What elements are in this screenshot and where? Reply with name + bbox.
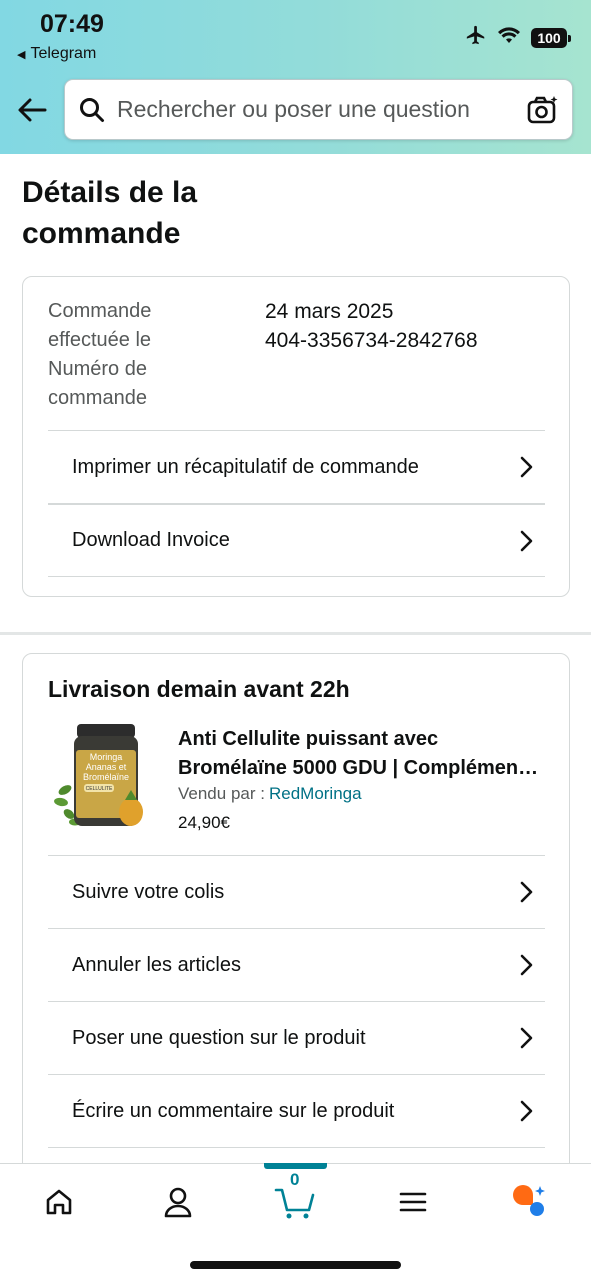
row-label: Annuler les articles: [72, 953, 241, 976]
print-summary-link[interactable]: Imprimer un récapitulatif de commande: [48, 430, 545, 503]
search-icon: [77, 95, 107, 125]
row-label: Écrire un commentaire sur le produit: [72, 1099, 395, 1122]
product-title-line: Bromélaïne 5000 GDU | Compléments alimen…: [178, 757, 543, 779]
write-review-link[interactable]: Écrire un commentaire sur le produit: [48, 1074, 545, 1147]
chevron-right-icon: [517, 1027, 535, 1049]
back-arrow-icon: [18, 98, 47, 122]
wifi-icon: [497, 25, 521, 50]
airplane-icon: [465, 24, 487, 51]
search-input[interactable]: [117, 96, 526, 123]
page-title: Détails de la commande: [22, 176, 198, 250]
track-package-link[interactable]: Suivre votre colis: [48, 855, 545, 928]
row-label: Imprimer un récapitulatif de commande: [72, 455, 419, 478]
back-app-label: Telegram: [30, 45, 97, 62]
delivery-card: Livraison demain avant 22h Moringa Anana…: [22, 653, 570, 1213]
seller-link[interactable]: RedMoringa: [269, 784, 362, 803]
back-to-app-link[interactable]: ◀ Telegram: [17, 45, 96, 63]
back-triangle-icon: ◀: [17, 48, 26, 61]
order-summary-card: Commande effectuée le Numéro de commande…: [22, 276, 570, 597]
nav-home[interactable]: [35, 1182, 83, 1222]
order-number: 404-3356734-2842768: [265, 329, 478, 352]
delivery-title: Livraison demain avant 22h: [48, 676, 350, 702]
section-divider: [0, 632, 591, 635]
order-values: 24 mars 2025 404-3356734-2842768: [265, 297, 478, 413]
divider: [48, 1147, 545, 1148]
product-image-text: Ananas et: [86, 762, 127, 772]
home-icon: [46, 1189, 72, 1215]
chevron-right-icon: [517, 881, 535, 903]
row-label: Download Invoice: [72, 529, 230, 551]
menu-icon: [399, 1192, 427, 1212]
sold-by-label: Vendu par :: [178, 784, 265, 803]
bottom-nav: 0: [0, 1163, 591, 1280]
chevron-right-icon: [517, 1100, 535, 1122]
account-icon: [164, 1187, 192, 1218]
back-button[interactable]: [14, 92, 50, 128]
product-image-badge: CELLULITE: [86, 786, 113, 792]
order-info: Commande effectuée le Numéro de commande…: [48, 297, 545, 413]
order-label-line: effectuée le: [48, 329, 152, 351]
order-label-line: Commande: [48, 300, 152, 322]
order-label-line: commande: [48, 387, 147, 409]
app-header: 07:49 ◀ Telegram 100: [0, 0, 591, 154]
ask-product-question-link[interactable]: Poser une question sur le produit: [48, 1001, 545, 1074]
chevron-right-icon: [517, 456, 535, 478]
order-labels: Commande effectuée le Numéro de commande: [48, 297, 265, 413]
status-icons: 100: [465, 24, 571, 51]
camera-icon[interactable]: [526, 93, 560, 127]
product-title[interactable]: Anti Cellulite puissant avec Bromélaïne …: [178, 725, 543, 783]
order-date: 24 mars 2025: [265, 300, 394, 323]
download-invoice-link[interactable]: Download Invoice: [48, 503, 545, 576]
product-image-text: Bromélaïne: [83, 772, 129, 782]
product-image-text: Moringa: [90, 752, 123, 762]
rufus-icon: [513, 1185, 545, 1216]
cart-count: 0: [290, 1170, 300, 1189]
row-label: Suivre votre colis: [72, 880, 225, 903]
chevron-right-icon: [517, 530, 535, 552]
home-indicator: [190, 1261, 401, 1269]
nav-menu[interactable]: [389, 1182, 437, 1222]
product-title-line: Anti Cellulite puissant avec: [178, 728, 439, 750]
search-bar[interactable]: [64, 79, 573, 140]
sold-by: Vendu par : RedMoringa: [178, 784, 362, 804]
status-time: 07:49: [40, 10, 104, 38]
active-tab-indicator: [264, 1163, 327, 1169]
divider: [48, 576, 545, 577]
product-image[interactable]: Moringa Ananas et Bromélaïne CELLULITE: [51, 722, 151, 832]
product-price: 24,90€: [178, 813, 230, 832]
battery-indicator: 100: [531, 27, 571, 48]
cancel-items-link[interactable]: Annuler les articles: [48, 928, 545, 1001]
nav-account[interactable]: [154, 1182, 202, 1222]
row-label: Poser une question sur le produit: [72, 1026, 366, 1049]
order-label-line: Numéro de: [48, 358, 147, 380]
battery-level: 100: [537, 29, 561, 46]
chevron-right-icon: [517, 954, 535, 976]
nav-rufus[interactable]: [505, 1182, 553, 1222]
